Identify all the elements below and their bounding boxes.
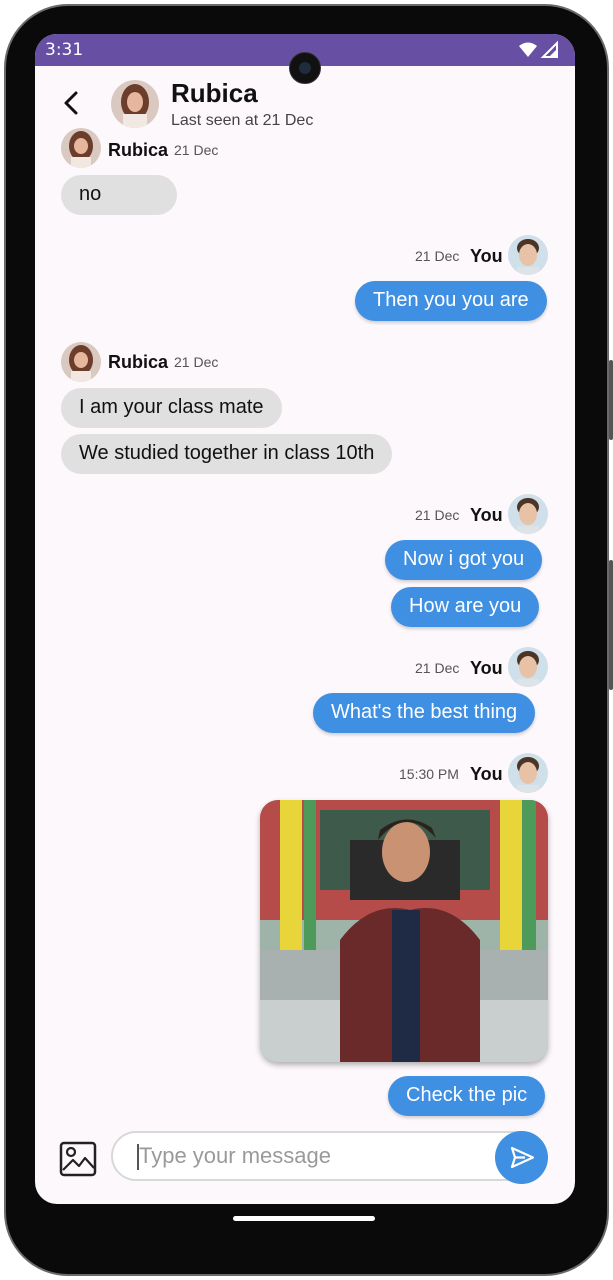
- send-icon: [510, 1146, 535, 1169]
- gallery-icon[interactable]: [59, 1140, 97, 1178]
- status-time: 3:31: [45, 40, 84, 60]
- outgoing-bubble[interactable]: Check the pic: [388, 1076, 546, 1116]
- sender-name: You: [470, 764, 503, 784]
- sender-name: Rubica: [108, 140, 169, 160]
- message-time: 15:30 PM: [399, 766, 459, 782]
- message-input[interactable]: [111, 1131, 547, 1181]
- rubica-avatar: [61, 128, 101, 168]
- incoming-bubble[interactable]: We studied together in class 10th: [61, 434, 393, 474]
- outgoing-bubble[interactable]: Now i got you: [385, 540, 543, 580]
- volume-button: [609, 560, 613, 690]
- shared-photo[interactable]: [260, 800, 548, 1062]
- send-button[interactable]: [495, 1131, 548, 1184]
- you-avatar: [508, 647, 548, 687]
- contact-name: Rubica: [171, 78, 258, 108]
- home-indicator[interactable]: [233, 1216, 375, 1221]
- you-avatar: [508, 753, 548, 793]
- outgoing-bubble[interactable]: Then you you are: [355, 281, 547, 321]
- message-time: 21 Dec: [174, 142, 219, 158]
- sender-name: Rubica: [108, 352, 169, 372]
- contact-avatar[interactable]: [111, 80, 159, 128]
- outgoing-bubble[interactable]: How are you: [391, 587, 540, 627]
- message-composer: [35, 1126, 575, 1186]
- sender-name: You: [470, 658, 503, 678]
- wifi-icon: [519, 42, 537, 57]
- sender-name: You: [470, 246, 503, 266]
- chat-header: Rubica Last seen at 21 Dec: [35, 66, 575, 148]
- screen: 3:31 Rubica Last seen at 21 Dec Rubica 2…: [35, 34, 575, 1204]
- you-avatar: [508, 235, 548, 275]
- message-time: 21 Dec: [415, 507, 460, 523]
- status-icons: [519, 40, 558, 58]
- power-button: [609, 360, 613, 440]
- rubica-avatar: [61, 342, 101, 382]
- message-time: 21 Dec: [174, 354, 219, 370]
- message-time: 21 Dec: [415, 248, 460, 264]
- you-avatar: [508, 494, 548, 534]
- back-arrow-icon[interactable]: [59, 90, 85, 116]
- message-time: 21 Dec: [415, 660, 460, 676]
- incoming-bubble[interactable]: no: [61, 175, 177, 215]
- outgoing-bubble[interactable]: What's the best thing: [313, 693, 536, 733]
- phone-frame: 3:31 Rubica Last seen at 21 Dec Rubica 2…: [0, 0, 613, 1280]
- sender-name: You: [470, 505, 503, 525]
- incoming-bubble[interactable]: I am your class mate: [61, 388, 282, 428]
- text-caret: [137, 1144, 139, 1170]
- last-seen: Last seen at 21 Dec: [171, 112, 314, 129]
